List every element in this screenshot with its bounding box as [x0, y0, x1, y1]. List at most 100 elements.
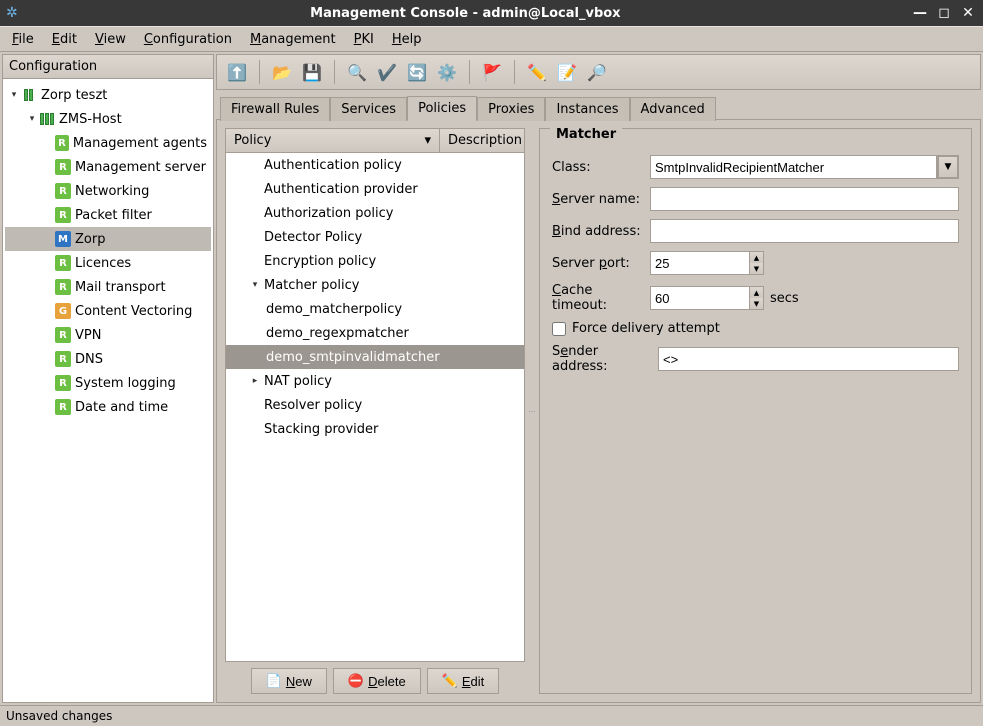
gear-icon[interactable]: ⚙️ [433, 58, 461, 86]
tree-host[interactable]: ▾ ZMS-Host [5, 107, 211, 131]
tab-proxies[interactable]: Proxies [477, 97, 545, 121]
policy-row-label: demo_matcherpolicy [266, 302, 402, 317]
module-badge-icon: R [55, 375, 71, 391]
menu-configuration[interactable]: Configuration [136, 29, 240, 50]
sidebar-item[interactable]: R System logging [5, 371, 211, 395]
policy-row[interactable]: ▸NAT policy [226, 369, 524, 393]
sidebar-item[interactable]: RMail transport [5, 275, 211, 299]
sidebar-item[interactable]: R VPN [5, 323, 211, 347]
spin-down-icon[interactable]: ▼ [750, 263, 763, 274]
sidebar-item[interactable]: RDNS [5, 347, 211, 371]
menu-management[interactable]: Management [242, 29, 344, 50]
menu-help[interactable]: Help [384, 29, 430, 50]
expander-icon[interactable]: ▾ [25, 114, 39, 124]
tree-root[interactable]: ▾ Zorp teszt [5, 83, 211, 107]
module-badge-icon: R [55, 399, 71, 415]
dropdown-icon[interactable]: ▼ [937, 155, 959, 179]
menubar: File Edit View Configuration Management … [0, 26, 983, 52]
sidebar-item-label: System logging [75, 376, 176, 391]
tab-instances[interactable]: Instances [545, 97, 629, 121]
policy-row[interactable]: demo_smtpinvalidmatcher [226, 345, 524, 369]
policy-row[interactable]: Encryption policy [226, 249, 524, 273]
sidebar-item[interactable]: RNetworking [5, 179, 211, 203]
splitter[interactable]: ⋮ [529, 128, 535, 694]
search-icon[interactable]: 🔍 [343, 58, 371, 86]
server-name-input[interactable] [650, 187, 959, 211]
policy-row[interactable]: Stacking provider [226, 417, 524, 441]
toolbar: ⬆️ 📂 💾 🔍 ✔️ 🔄 ⚙️ 🚩 ✏️ 📝 🔎 [216, 54, 981, 90]
close-button[interactable]: ✕ [959, 5, 977, 21]
policies-list: Policy ▾ Description Authentication poli… [225, 128, 525, 662]
sidebar-item[interactable]: RPacket filter [5, 203, 211, 227]
spin-down-icon[interactable]: ▼ [750, 298, 763, 309]
menu-file[interactable]: File [4, 29, 42, 50]
save-icon[interactable]: 💾 [298, 58, 326, 86]
sidebar-item-label: VPN [75, 328, 101, 343]
tab-advanced[interactable]: Advanced [630, 97, 716, 121]
policy-row[interactable]: Detector Policy [226, 225, 524, 249]
sidebar-item[interactable]: MZorp [5, 227, 211, 251]
status-lights-icon [39, 111, 55, 127]
cache-timeout-input[interactable] [650, 286, 750, 310]
spin-up-icon[interactable]: ▲ [750, 252, 763, 263]
tab-policies[interactable]: Policies [407, 96, 477, 121]
class-combobox[interactable] [650, 155, 937, 179]
policy-row-label: demo_smtpinvalidmatcher [266, 350, 440, 365]
open-icon[interactable]: 📂 [268, 58, 296, 86]
bind-address-input[interactable] [650, 219, 959, 243]
policy-row[interactable]: ▾Matcher policy [226, 273, 524, 297]
flag-icon[interactable]: 🚩 [478, 58, 506, 86]
policy-row-label: Matcher policy [264, 278, 359, 293]
statusbar: Unsaved changes [0, 705, 983, 726]
policy-row[interactable]: Authentication policy [226, 153, 524, 177]
tab-services[interactable]: Services [330, 97, 407, 121]
expander-icon[interactable]: ▾ [7, 90, 21, 100]
server-port-input[interactable] [650, 251, 750, 275]
sidebar-item[interactable]: RManagement server [5, 155, 211, 179]
policy-row[interactable]: demo_regexpmatcher [226, 321, 524, 345]
sidebar-item[interactable]: RLicences [5, 251, 211, 275]
expander-icon[interactable]: ▸ [246, 376, 264, 386]
policies-list-column: Policy ▾ Description Authentication poli… [225, 128, 525, 694]
edit-button[interactable]: ✏️Edit [427, 668, 500, 694]
policy-row-label: Authorization policy [264, 206, 393, 221]
edit-icon[interactable]: ✏️ [523, 58, 551, 86]
configuration-tree[interactable]: ▾ Zorp teszt ▾ ZMS-Host RManagement agen… [3, 79, 213, 702]
minimize-button[interactable]: — [911, 5, 929, 21]
maximize-button[interactable]: ◻ [935, 5, 953, 21]
module-badge-icon: R [55, 327, 71, 343]
matcher-panel: Matcher Class: ▼ Server name: Bi [539, 128, 972, 694]
new-button[interactable]: 📄New [251, 668, 327, 694]
note-icon[interactable]: 📝 [553, 58, 581, 86]
delete-button[interactable]: ⛔Delete [333, 668, 421, 694]
refresh-icon[interactable]: 🔄 [403, 58, 431, 86]
column-description[interactable]: Description [440, 129, 524, 152]
expander-icon[interactable]: ▾ [246, 280, 264, 290]
menu-edit[interactable]: Edit [44, 29, 85, 50]
sidebar-item[interactable]: RManagement agents [5, 131, 211, 155]
policy-row[interactable]: demo_matcherpolicy [226, 297, 524, 321]
policy-row-label: Authentication provider [264, 182, 418, 197]
policy-row[interactable]: Authorization policy [226, 201, 524, 225]
label-cache-timeout: Cache timeout: [552, 283, 644, 313]
list-body[interactable]: Authentication policy Authentication prov… [226, 153, 524, 661]
module-badge-icon: R [55, 255, 71, 271]
module-badge-icon: G [55, 303, 71, 319]
force-checkbox[interactable] [552, 322, 566, 336]
spin-up-icon[interactable]: ▲ [750, 287, 763, 298]
sidebar-item-label: Zorp [75, 232, 105, 247]
menu-pki[interactable]: PKI [346, 29, 382, 50]
up-icon[interactable]: ⬆️ [223, 58, 251, 86]
sender-input[interactable] [658, 347, 959, 371]
list-header: Policy ▾ Description [226, 129, 524, 153]
sidebar-item[interactable]: GContent Vectoring [5, 299, 211, 323]
column-policy[interactable]: Policy ▾ [226, 129, 440, 152]
tab-firewall-rules[interactable]: Firewall Rules [220, 97, 330, 121]
policy-row[interactable]: Resolver policy [226, 393, 524, 417]
sidebar-item[interactable]: RDate and time [5, 395, 211, 419]
inspect-icon[interactable]: 🔎 [583, 58, 611, 86]
check-icon[interactable]: ✔️ [373, 58, 401, 86]
policy-row[interactable]: Authentication provider [226, 177, 524, 201]
policy-row-label: Resolver policy [264, 398, 362, 413]
menu-view[interactable]: View [87, 29, 134, 50]
